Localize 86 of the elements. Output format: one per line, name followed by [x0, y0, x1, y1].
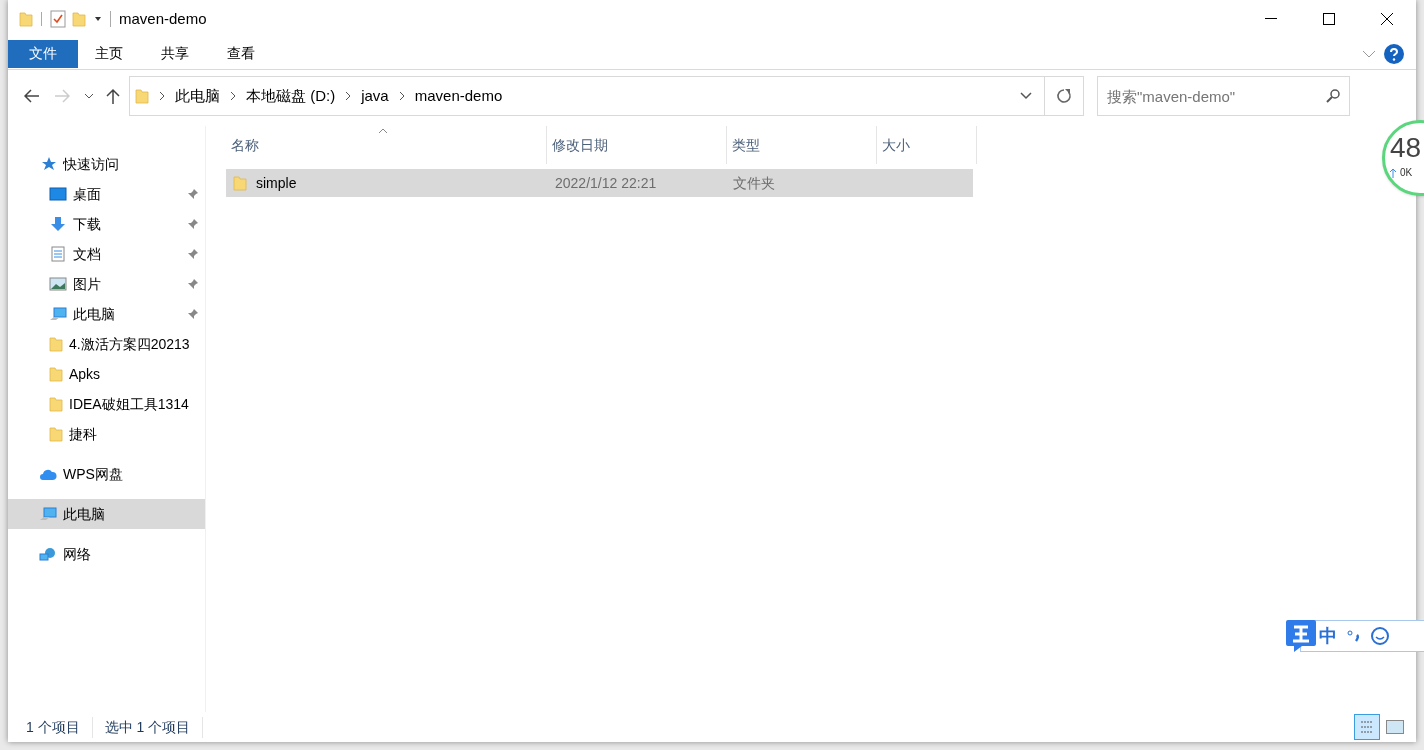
sidebar-item[interactable]: 此电脑	[8, 499, 205, 529]
chevron-icon[interactable]	[159, 91, 165, 101]
folder-icon	[49, 336, 63, 352]
file-name: simple	[256, 173, 297, 193]
sidebar-label: 文档	[73, 244, 102, 264]
chevron-icon[interactable]	[345, 91, 352, 101]
sidebar-item[interactable]: 下载	[8, 209, 205, 239]
ribbon-tab[interactable]: 文件	[8, 39, 78, 68]
dropdown-caret-icon[interactable]	[1020, 92, 1032, 100]
sidebar-label: WPS网盘	[63, 464, 124, 484]
sidebar-item[interactable]: 快速访问	[8, 149, 205, 179]
sidebar-label: 此电脑	[73, 304, 116, 324]
column-header[interactable]: 类型	[727, 126, 877, 164]
sidebar-item[interactable]: 4.激活方案四20213	[8, 329, 205, 359]
sidebar-label: 快速访问	[63, 154, 120, 174]
minimize-icon	[1265, 18, 1277, 20]
folder-icon	[49, 366, 63, 382]
network-globe-icon	[39, 546, 57, 562]
up-arrow-icon[interactable]	[106, 88, 120, 104]
speed-value: 48	[1390, 131, 1423, 165]
picture-icon	[49, 276, 67, 292]
sidebar-label: 4.激活方案四20213	[69, 334, 191, 354]
sidebar-label: 桌面	[73, 184, 102, 204]
chevron-icon[interactable]	[398, 91, 405, 101]
folder-icon	[49, 396, 63, 412]
punctuation-icon[interactable]	[1347, 629, 1361, 643]
address-bar[interactable]: 此电脑 本地磁盘 (D:) java maven-demo	[129, 76, 1084, 116]
file-row[interactable]: simple 2022/1/12 22:21 文件夹	[226, 169, 973, 197]
sidebar-item[interactable]: 桌面	[8, 179, 205, 209]
breadcrumb-item[interactable]: 本地磁盘 (D:)	[246, 84, 336, 108]
sidebar-label: 此电脑	[63, 504, 106, 524]
sidebar-item[interactable]: IDEA破姐工具1314	[8, 389, 205, 419]
column-header[interactable]: 名称	[226, 126, 547, 164]
search-field[interactable]: 搜索"maven-demo"	[1097, 76, 1350, 116]
column-header[interactable]: 修改日期	[547, 126, 727, 164]
input-mode-toggle[interactable]: 中	[1319, 622, 1337, 650]
large-icons-icon	[1386, 720, 1404, 734]
ime-logo-icon[interactable]	[1284, 618, 1318, 654]
dropdown-caret-icon[interactable]	[94, 16, 102, 22]
status-text: 1 个项目	[26, 716, 93, 738]
status-text: 选中 1 个项目	[104, 716, 204, 738]
breadcrumb-item[interactable]: maven-demo	[414, 84, 503, 108]
upload-arrow-icon	[1390, 167, 1396, 178]
sort-caret-icon	[378, 128, 388, 134]
sidebar-item[interactable]: 此电脑	[8, 299, 205, 329]
sidebar-label: 网络	[63, 544, 92, 564]
sidebar-label: 图片	[73, 274, 102, 294]
new-folder-icon	[72, 11, 86, 27]
sidebar-item[interactable]: WPS网盘	[8, 459, 205, 489]
sidebar-label: IDEA破姐工具1314	[69, 394, 190, 414]
window-title: maven-demo	[119, 8, 207, 29]
document-icon	[49, 246, 67, 262]
folder-icon	[19, 11, 33, 27]
close-icon	[1381, 13, 1393, 25]
computer-icon	[39, 506, 57, 522]
sidebar-item[interactable]: 捷科	[8, 419, 205, 449]
sidebar-label: 捷科	[69, 424, 98, 444]
breadcrumb-item[interactable]: 此电脑	[175, 84, 220, 108]
back-arrow-icon[interactable]	[24, 89, 40, 103]
folder-icon	[233, 175, 247, 191]
folder-icon	[135, 88, 149, 104]
emoji-icon[interactable]	[1371, 627, 1389, 645]
search-icon[interactable]	[1326, 89, 1340, 103]
upload-speed: 0K	[1400, 166, 1413, 180]
sidebar-label: Apks	[69, 364, 102, 384]
recent-locations-caret-icon[interactable]	[84, 93, 94, 99]
folder-icon	[49, 426, 63, 442]
properties-check-icon[interactable]	[50, 10, 66, 28]
sidebar-label: 下载	[73, 214, 102, 234]
chevron-icon[interactable]	[230, 91, 236, 101]
file-type: 文件夹	[732, 173, 776, 193]
sidebar-item[interactable]: 图片	[8, 269, 205, 299]
download-arrow-icon	[49, 216, 67, 232]
computer-icon	[49, 306, 67, 322]
sidebar-item[interactable]: 网络	[8, 539, 205, 569]
sidebar-item[interactable]: Apks	[8, 359, 205, 389]
column-header[interactable]: 大小	[877, 126, 977, 164]
breadcrumb-item[interactable]: java	[361, 84, 389, 108]
sidebar-item[interactable]: 文档	[8, 239, 205, 269]
details-list-icon	[1360, 720, 1374, 734]
modified-date: 2022/1/12 22:21	[554, 173, 658, 193]
refresh-icon[interactable]	[1056, 88, 1072, 104]
desktop-icon	[49, 186, 67, 202]
maximize-icon	[1323, 13, 1335, 25]
expand-ribbon-icon[interactable]	[1362, 49, 1376, 58]
help-icon[interactable]	[1384, 43, 1404, 64]
